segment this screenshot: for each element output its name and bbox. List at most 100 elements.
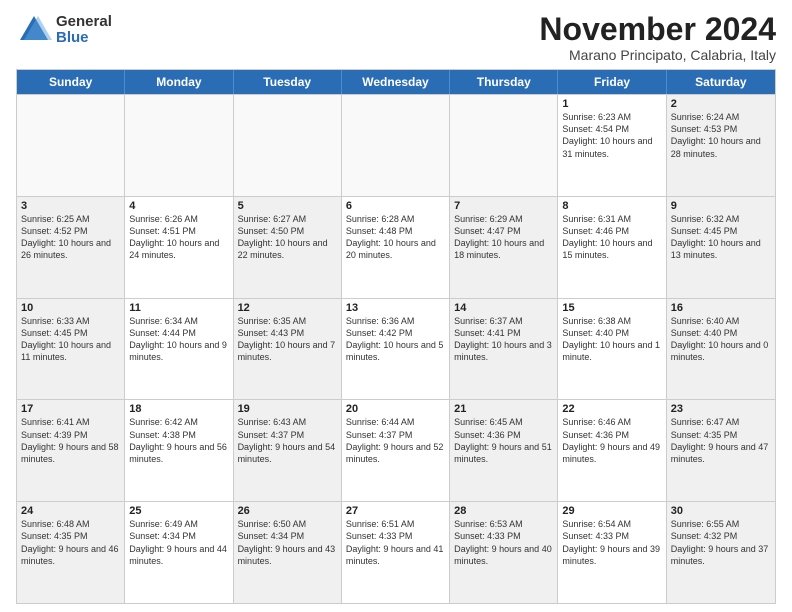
header-day-wednesday: Wednesday — [342, 70, 450, 94]
day-info: Sunrise: 6:51 AMSunset: 4:33 PMDaylight:… — [346, 518, 445, 567]
day-info: Sunrise: 6:49 AMSunset: 4:34 PMDaylight:… — [129, 518, 228, 567]
day-cell-26: 26Sunrise: 6:50 AMSunset: 4:34 PMDayligh… — [234, 502, 342, 603]
day-number: 6 — [346, 200, 445, 212]
title-block: November 2024 Marano Principato, Calabri… — [539, 12, 776, 63]
day-number: 10 — [21, 302, 120, 314]
week-row-4: 17Sunrise: 6:41 AMSunset: 4:39 PMDayligh… — [17, 399, 775, 501]
day-info: Sunrise: 6:43 AMSunset: 4:37 PMDaylight:… — [238, 416, 337, 465]
day-number: 21 — [454, 403, 553, 415]
day-cell-16: 16Sunrise: 6:40 AMSunset: 4:40 PMDayligh… — [667, 299, 775, 400]
month-title: November 2024 — [539, 12, 776, 47]
day-number: 18 — [129, 403, 228, 415]
day-cell-17: 17Sunrise: 6:41 AMSunset: 4:39 PMDayligh… — [17, 400, 125, 501]
day-info: Sunrise: 6:32 AMSunset: 4:45 PMDaylight:… — [671, 213, 771, 262]
day-cell-2: 2Sunrise: 6:24 AMSunset: 4:53 PMDaylight… — [667, 95, 775, 196]
empty-cell — [125, 95, 233, 196]
day-cell-11: 11Sunrise: 6:34 AMSunset: 4:44 PMDayligh… — [125, 299, 233, 400]
day-number: 4 — [129, 200, 228, 212]
week-row-5: 24Sunrise: 6:48 AMSunset: 4:35 PMDayligh… — [17, 501, 775, 603]
day-number: 14 — [454, 302, 553, 314]
day-info: Sunrise: 6:40 AMSunset: 4:40 PMDaylight:… — [671, 315, 771, 364]
day-cell-14: 14Sunrise: 6:37 AMSunset: 4:41 PMDayligh… — [450, 299, 558, 400]
day-info: Sunrise: 6:45 AMSunset: 4:36 PMDaylight:… — [454, 416, 553, 465]
day-number: 13 — [346, 302, 445, 314]
calendar: SundayMondayTuesdayWednesdayThursdayFrid… — [16, 69, 776, 604]
day-number: 22 — [562, 403, 661, 415]
day-cell-27: 27Sunrise: 6:51 AMSunset: 4:33 PMDayligh… — [342, 502, 450, 603]
day-number: 8 — [562, 200, 661, 212]
day-number: 2 — [671, 98, 771, 110]
day-info: Sunrise: 6:47 AMSunset: 4:35 PMDaylight:… — [671, 416, 771, 465]
day-info: Sunrise: 6:27 AMSunset: 4:50 PMDaylight:… — [238, 213, 337, 262]
week-row-1: 1Sunrise: 6:23 AMSunset: 4:54 PMDaylight… — [17, 94, 775, 196]
day-cell-30: 30Sunrise: 6:55 AMSunset: 4:32 PMDayligh… — [667, 502, 775, 603]
day-info: Sunrise: 6:36 AMSunset: 4:42 PMDaylight:… — [346, 315, 445, 364]
day-cell-7: 7Sunrise: 6:29 AMSunset: 4:47 PMDaylight… — [450, 197, 558, 298]
day-cell-15: 15Sunrise: 6:38 AMSunset: 4:40 PMDayligh… — [558, 299, 666, 400]
logo-blue-text: Blue — [56, 30, 112, 47]
day-number: 30 — [671, 505, 771, 517]
day-cell-23: 23Sunrise: 6:47 AMSunset: 4:35 PMDayligh… — [667, 400, 775, 501]
day-cell-28: 28Sunrise: 6:53 AMSunset: 4:33 PMDayligh… — [450, 502, 558, 603]
header-day-friday: Friday — [558, 70, 666, 94]
day-cell-3: 3Sunrise: 6:25 AMSunset: 4:52 PMDaylight… — [17, 197, 125, 298]
header-day-thursday: Thursday — [450, 70, 558, 94]
header-day-sunday: Sunday — [17, 70, 125, 94]
day-info: Sunrise: 6:46 AMSunset: 4:36 PMDaylight:… — [562, 416, 661, 465]
day-info: Sunrise: 6:50 AMSunset: 4:34 PMDaylight:… — [238, 518, 337, 567]
empty-cell — [450, 95, 558, 196]
day-cell-6: 6Sunrise: 6:28 AMSunset: 4:48 PMDaylight… — [342, 197, 450, 298]
day-info: Sunrise: 6:29 AMSunset: 4:47 PMDaylight:… — [454, 213, 553, 262]
day-cell-21: 21Sunrise: 6:45 AMSunset: 4:36 PMDayligh… — [450, 400, 558, 501]
header: General Blue November 2024 Marano Princi… — [16, 12, 776, 63]
week-row-2: 3Sunrise: 6:25 AMSunset: 4:52 PMDaylight… — [17, 196, 775, 298]
day-info: Sunrise: 6:28 AMSunset: 4:48 PMDaylight:… — [346, 213, 445, 262]
empty-cell — [234, 95, 342, 196]
day-info: Sunrise: 6:26 AMSunset: 4:51 PMDaylight:… — [129, 213, 228, 262]
day-cell-19: 19Sunrise: 6:43 AMSunset: 4:37 PMDayligh… — [234, 400, 342, 501]
day-cell-5: 5Sunrise: 6:27 AMSunset: 4:50 PMDaylight… — [234, 197, 342, 298]
day-info: Sunrise: 6:55 AMSunset: 4:32 PMDaylight:… — [671, 518, 771, 567]
day-number: 9 — [671, 200, 771, 212]
day-cell-13: 13Sunrise: 6:36 AMSunset: 4:42 PMDayligh… — [342, 299, 450, 400]
day-number: 20 — [346, 403, 445, 415]
day-info: Sunrise: 6:42 AMSunset: 4:38 PMDaylight:… — [129, 416, 228, 465]
empty-cell — [342, 95, 450, 196]
day-info: Sunrise: 6:23 AMSunset: 4:54 PMDaylight:… — [562, 111, 661, 160]
logo-text: General Blue — [56, 14, 112, 47]
day-number: 25 — [129, 505, 228, 517]
day-info: Sunrise: 6:54 AMSunset: 4:33 PMDaylight:… — [562, 518, 661, 567]
location: Marano Principato, Calabria, Italy — [539, 47, 776, 63]
page: General Blue November 2024 Marano Princi… — [0, 0, 792, 612]
day-number: 26 — [238, 505, 337, 517]
day-number: 17 — [21, 403, 120, 415]
day-number: 3 — [21, 200, 120, 212]
logo-icon — [16, 12, 52, 48]
day-cell-25: 25Sunrise: 6:49 AMSunset: 4:34 PMDayligh… — [125, 502, 233, 603]
day-number: 15 — [562, 302, 661, 314]
day-info: Sunrise: 6:24 AMSunset: 4:53 PMDaylight:… — [671, 111, 771, 160]
logo-general-text: General — [56, 14, 112, 31]
calendar-body: 1Sunrise: 6:23 AMSunset: 4:54 PMDaylight… — [17, 94, 775, 603]
day-number: 24 — [21, 505, 120, 517]
day-info: Sunrise: 6:44 AMSunset: 4:37 PMDaylight:… — [346, 416, 445, 465]
day-info: Sunrise: 6:33 AMSunset: 4:45 PMDaylight:… — [21, 315, 120, 364]
day-cell-22: 22Sunrise: 6:46 AMSunset: 4:36 PMDayligh… — [558, 400, 666, 501]
day-cell-9: 9Sunrise: 6:32 AMSunset: 4:45 PMDaylight… — [667, 197, 775, 298]
header-day-tuesday: Tuesday — [234, 70, 342, 94]
day-number: 5 — [238, 200, 337, 212]
day-info: Sunrise: 6:31 AMSunset: 4:46 PMDaylight:… — [562, 213, 661, 262]
day-number: 11 — [129, 302, 228, 314]
day-cell-20: 20Sunrise: 6:44 AMSunset: 4:37 PMDayligh… — [342, 400, 450, 501]
day-number: 23 — [671, 403, 771, 415]
header-day-monday: Monday — [125, 70, 233, 94]
day-info: Sunrise: 6:34 AMSunset: 4:44 PMDaylight:… — [129, 315, 228, 364]
day-number: 1 — [562, 98, 661, 110]
day-number: 7 — [454, 200, 553, 212]
day-cell-8: 8Sunrise: 6:31 AMSunset: 4:46 PMDaylight… — [558, 197, 666, 298]
header-day-saturday: Saturday — [667, 70, 775, 94]
day-info: Sunrise: 6:35 AMSunset: 4:43 PMDaylight:… — [238, 315, 337, 364]
day-number: 19 — [238, 403, 337, 415]
week-row-3: 10Sunrise: 6:33 AMSunset: 4:45 PMDayligh… — [17, 298, 775, 400]
calendar-header: SundayMondayTuesdayWednesdayThursdayFrid… — [17, 70, 775, 94]
